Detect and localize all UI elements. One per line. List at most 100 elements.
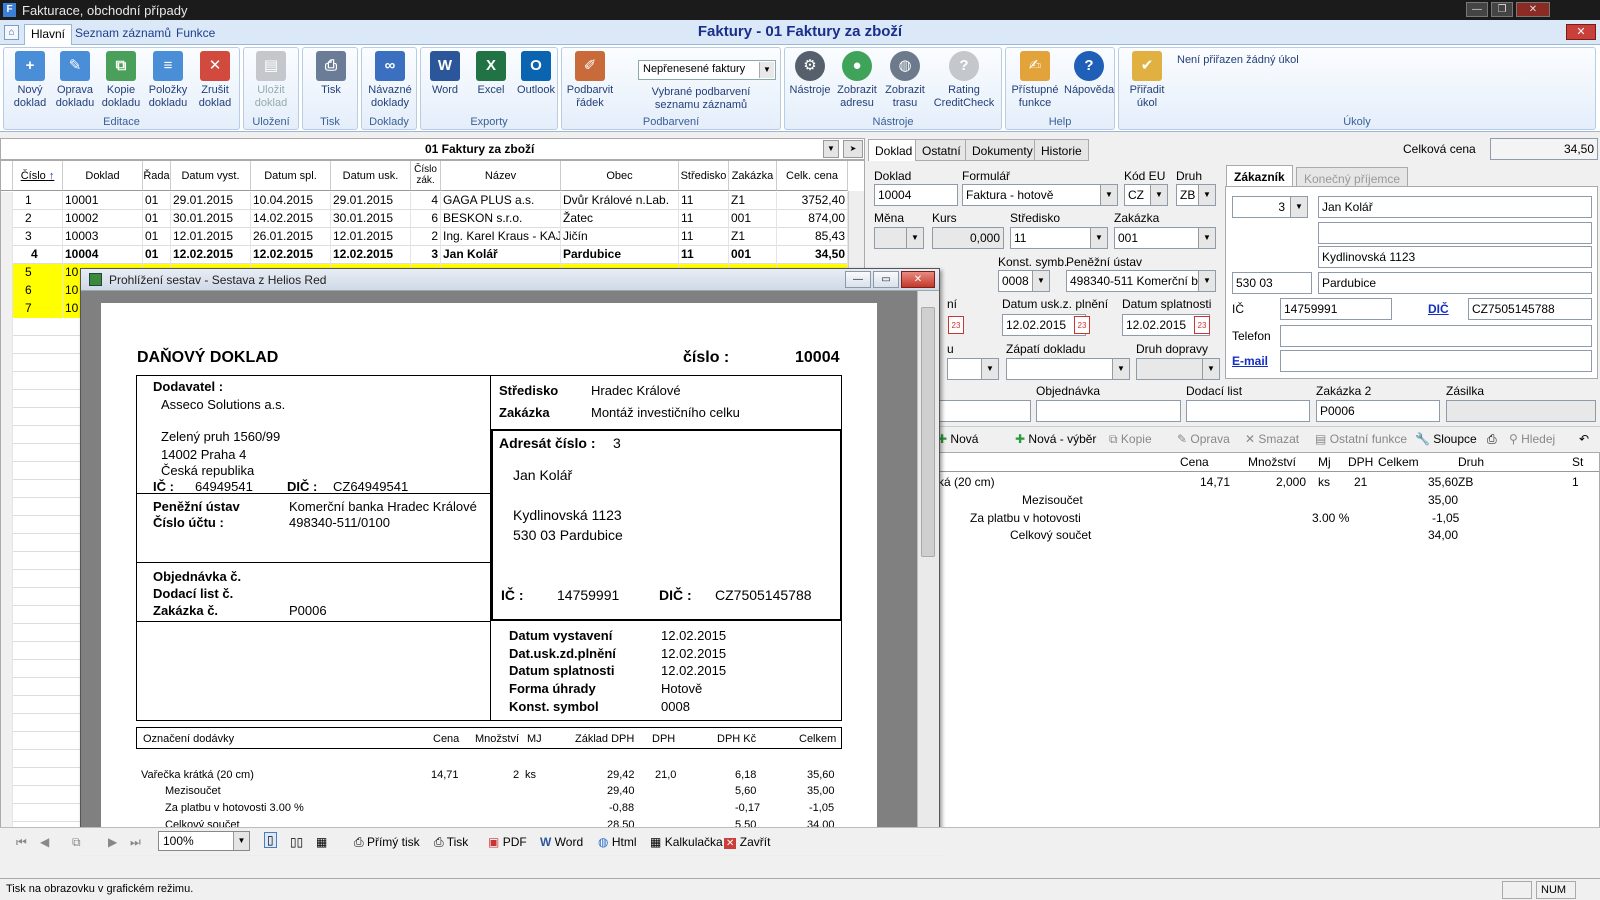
export-word-button[interactable]: W Word xyxy=(425,51,465,97)
arrow-right-icon[interactable]: ➤ xyxy=(843,140,863,158)
multi-pages-icon[interactable]: ▦ xyxy=(316,835,327,849)
restore-icon[interactable]: ❐ xyxy=(1491,2,1513,17)
copy-item-button[interactable]: ⧉ Kopie xyxy=(1109,432,1152,447)
row-indicator[interactable] xyxy=(1,192,13,210)
single-page-icon[interactable]: ▯ xyxy=(264,832,277,848)
show-address-button[interactable]: ● Zobrazit adresu xyxy=(835,51,879,110)
help-button[interactable]: ? Nápověda xyxy=(1064,51,1114,97)
zapati-select[interactable]: ▼ xyxy=(1006,358,1130,380)
customer-number-select[interactable]: 3 ▼ xyxy=(1232,196,1308,218)
direct-print-button[interactable]: ⎙ Přímý tisk xyxy=(354,835,420,850)
table-row[interactable]: 4 10004 01 12.02.2015 12.02.2015 12.02.2015 3 J… xyxy=(1,246,864,264)
customer-email-link[interactable]: E-mail xyxy=(1232,354,1268,368)
column-header[interactable]: Číslo zák. xyxy=(411,161,441,191)
column-header[interactable]: Datum usk. xyxy=(331,161,411,191)
minimize-icon[interactable]: — xyxy=(1466,2,1488,17)
customer-name2-field[interactable] xyxy=(1318,222,1592,244)
column-header[interactable]: Název xyxy=(441,161,561,191)
assign-task-button[interactable]: ✔ Přiřadit úkol xyxy=(1125,51,1169,110)
customer-ic-field[interactable]: 14759991 xyxy=(1280,298,1392,320)
customer-phone-field[interactable] xyxy=(1280,325,1592,347)
export-html-button[interactable]: ◍ Html xyxy=(598,835,637,849)
cancel-document-button[interactable]: ✕ Zrušit doklad xyxy=(194,51,236,110)
column-header[interactable]: Zakázka xyxy=(729,161,777,191)
row-indicator[interactable] xyxy=(1,210,13,228)
linked-documents-button[interactable]: ∞ Návazné doklady xyxy=(365,51,415,110)
column-header[interactable]: Obec xyxy=(561,161,679,191)
column-header[interactable]: Řada xyxy=(143,161,171,191)
customer-city-field[interactable]: Pardubice xyxy=(1318,272,1592,294)
kurs-field[interactable]: 0,000 xyxy=(932,227,1004,249)
color-row-button[interactable]: ✐ Podbarvit řádek xyxy=(566,51,614,110)
pages-icon[interactable]: ⧉ xyxy=(72,835,81,850)
customer-dic-link[interactable]: DIČ xyxy=(1428,302,1449,316)
calculator-button[interactable]: ▦ Kalkulačka xyxy=(650,835,723,849)
zasilka-field[interactable] xyxy=(1446,400,1596,422)
druh-dopravy-select[interactable]: ▼ xyxy=(1136,358,1220,380)
search-button[interactable]: ⚲ Hledej xyxy=(1509,432,1555,446)
document-items-button[interactable]: ≡ Položky dokladu xyxy=(146,51,190,110)
list-selector[interactable]: 01 Faktury za zboží ▼ ➤ xyxy=(0,138,865,160)
formular-select[interactable]: Faktura - hotově ▼ xyxy=(962,184,1118,206)
tab-doklad[interactable]: Doklad xyxy=(868,139,920,161)
other-functions-button[interactable]: ▤ Ostatní funkce xyxy=(1315,432,1407,446)
tab-historie[interactable]: Historie xyxy=(1034,139,1089,161)
penezni-ustav-select[interactable]: 498340-511 Komerční banka ▼ xyxy=(1066,270,1216,292)
dodaci-list-field[interactable] xyxy=(1186,400,1310,422)
save-document-button[interactable]: ▤ Uložit doklad xyxy=(250,51,292,110)
customer-zip-field[interactable]: 530 03 xyxy=(1232,272,1312,294)
zapati-left-select[interactable]: ▼ xyxy=(947,358,999,380)
column-header[interactable]: Číslo ↑ xyxy=(13,161,63,191)
row-indicator[interactable] xyxy=(1,264,13,282)
zakazka2-field[interactable]: P0006 xyxy=(1316,400,1440,422)
mena-select[interactable]: ▼ xyxy=(874,227,924,249)
column-header[interactable]: Doklad xyxy=(63,161,143,191)
konst-symb-select[interactable]: 0008 ▼ xyxy=(998,270,1050,292)
document-close-icon[interactable]: ✕ xyxy=(1566,24,1596,40)
scrollbar-thumb[interactable] xyxy=(921,307,935,557)
last-page-icon[interactable]: ⏭ xyxy=(130,835,141,850)
column-header[interactable]: Středisko xyxy=(679,161,729,191)
new-document-button[interactable]: + Nový doklad xyxy=(10,51,50,110)
edit-item-button[interactable]: ✎ Oprava xyxy=(1177,432,1230,446)
calendar-icon[interactable]: 23 xyxy=(948,316,964,334)
minimize-icon[interactable]: — xyxy=(845,271,871,288)
zoom-select[interactable]: 100% ▼ xyxy=(158,831,250,851)
print-button[interactable]: ⎙ Tisk xyxy=(434,835,468,850)
export-excel-button[interactable]: X Excel xyxy=(471,51,511,97)
copy-document-button[interactable]: ⧉ Kopie dokladu xyxy=(100,51,142,110)
available-functions-button[interactable]: ✍ Přístupné funkce xyxy=(1009,51,1061,110)
two-pages-icon[interactable]: ▯▯ xyxy=(290,835,303,849)
column-header[interactable]: Datum spl. xyxy=(251,161,331,191)
print-items-icon[interactable]: ⎙ xyxy=(1487,432,1497,447)
stredisko-select[interactable]: 11 ▼ xyxy=(1010,227,1108,249)
edit-document-button[interactable]: ✎ Oprava dokladu xyxy=(54,51,96,110)
new-item-select-button[interactable]: ✚ Nová - výběr xyxy=(1015,432,1096,446)
vertical-scrollbar[interactable] xyxy=(917,291,939,851)
restore-icon[interactable]: ▭ xyxy=(873,271,899,288)
row-indicator[interactable] xyxy=(1,282,13,300)
calendar-icon[interactable]: 23 xyxy=(1074,316,1090,334)
undo-icon[interactable]: ↶ xyxy=(1579,432,1589,446)
table-row[interactable]: 3 10003 01 12.01.2015 26.01.2015 12.01.2015 2 I… xyxy=(1,228,864,246)
close-icon[interactable]: ✕ xyxy=(1516,2,1550,17)
customer-name-field[interactable]: Jan Kolář xyxy=(1318,196,1592,218)
print-button[interactable]: ⎙ Tisk xyxy=(311,51,351,97)
tools-button[interactable]: ⚙ Nástroje xyxy=(789,51,831,97)
first-page-icon[interactable]: ⏮ xyxy=(16,835,27,850)
tab-dokumenty[interactable]: Dokumenty xyxy=(965,139,1040,161)
druh-select[interactable]: ZB ▼ xyxy=(1176,184,1216,206)
doklad-field[interactable]: 10004 xyxy=(874,184,958,206)
field-left-blank[interactable] xyxy=(935,400,1031,422)
export-word-button[interactable]: W Word xyxy=(540,835,583,849)
table-row[interactable]: 2 10002 01 30.01.2015 14.02.2015 30.01.2015 6 B… xyxy=(1,210,864,228)
prev-page-icon[interactable]: ◀ xyxy=(40,835,49,849)
column-header[interactable]: Datum vyst. xyxy=(171,161,251,191)
close-viewer-button[interactable]: ✕ Zavřít xyxy=(724,835,770,849)
objednavka-field[interactable] xyxy=(1036,400,1181,422)
coloring-select[interactable]: Nepřenesené faktury ▼ xyxy=(638,60,776,80)
columns-button[interactable]: 🔧 Sloupce xyxy=(1415,432,1477,446)
calendar-icon[interactable]: 23 xyxy=(1194,316,1210,334)
table-row[interactable]: 1 10001 01 29.01.2015 10.04.2015 29.01.2015 4 G… xyxy=(1,192,864,210)
column-header[interactable]: Celk. cena xyxy=(777,161,848,191)
